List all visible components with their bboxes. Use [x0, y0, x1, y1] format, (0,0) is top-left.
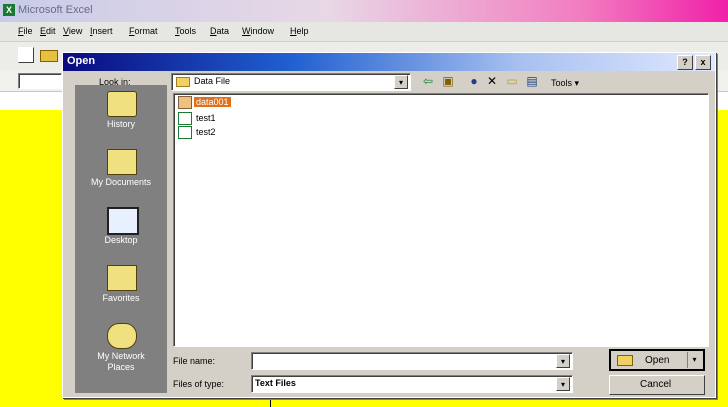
file-name: test1 — [196, 113, 216, 123]
cancel-button-label: Cancel — [640, 379, 672, 390]
excel-file-icon — [178, 126, 192, 140]
file-type-dropdown[interactable]: Text Files ▾ — [251, 375, 573, 393]
excel-app-icon: X — [3, 4, 15, 16]
my-documents-icon — [107, 149, 137, 175]
file-name: test2 — [196, 127, 216, 137]
delete-icon[interactable]: ✕ — [483, 73, 501, 89]
place-favorites-label: Favorites — [102, 293, 140, 303]
menu-window[interactable]: Window — [242, 26, 274, 36]
open-folder-icon — [617, 355, 633, 366]
favorites-icon — [107, 265, 137, 291]
excel-title-bar: X Microsoft Excel — [0, 0, 728, 22]
look-in-value: Data File — [194, 76, 231, 86]
place-desktop-label: Desktop — [104, 235, 138, 245]
file-item-test2[interactable]: test2 — [178, 126, 218, 140]
place-my-documents[interactable]: My Documents — [75, 143, 167, 201]
chevron-down-icon[interactable]: ▾ — [394, 75, 408, 89]
tools-menu[interactable]: Tools ▾ — [551, 78, 579, 89]
chevron-down-icon[interactable]: ▾ — [556, 377, 570, 391]
excel-title: Microsoft Excel — [18, 4, 93, 16]
file-name-label: File name: — [173, 356, 216, 366]
open-options-arrow-icon[interactable]: ▾ — [687, 352, 701, 368]
file-item-data001[interactable]: data001 — [178, 96, 231, 110]
text-file-icon — [178, 96, 192, 110]
open-dialog: Open ? x Look in: Data File ▾ ⇦ ▣ ● ✕ ▭ … — [62, 52, 716, 398]
places-bar: History My Documents Desktop Favorites M… — [75, 85, 167, 393]
search-web-icon[interactable]: ● — [465, 73, 483, 89]
menu-data[interactable]: Data — [210, 26, 229, 36]
close-button[interactable]: x — [695, 55, 711, 70]
new-document-icon[interactable] — [18, 47, 34, 63]
file-name: data001 — [194, 97, 231, 107]
excel-file-icon — [178, 112, 192, 126]
menu-edit[interactable]: Edit — [40, 26, 56, 36]
open-button-label: Open — [645, 355, 670, 366]
history-icon — [107, 91, 137, 117]
network-places-icon — [107, 323, 137, 349]
menu-file[interactable]: File — [18, 26, 33, 36]
file-type-value: Text Files — [255, 378, 296, 388]
place-desktop[interactable]: Desktop — [75, 201, 167, 259]
menu-view[interactable]: View — [63, 26, 82, 36]
desktop-icon — [107, 207, 139, 235]
file-list[interactable]: data001 test1 test2 — [173, 93, 709, 347]
place-my-documents-label: My Documents — [90, 177, 152, 187]
menu-tools[interactable]: Tools — [175, 26, 196, 36]
name-box[interactable] — [18, 73, 62, 89]
open-button[interactable]: Open ▾ — [609, 349, 705, 371]
menu-help[interactable]: Help — [290, 26, 309, 36]
up-folder-icon[interactable]: ▣ — [439, 73, 457, 89]
cancel-button[interactable]: Cancel — [609, 375, 705, 395]
folder-icon — [176, 77, 190, 87]
file-name-field[interactable]: ▾ — [251, 352, 573, 370]
place-network-label: My Network Places — [97, 351, 145, 372]
open-folder-icon[interactable] — [40, 50, 58, 62]
file-item-test1[interactable]: test1 — [178, 112, 218, 126]
tools-label: Tools — [551, 78, 573, 88]
menu-insert[interactable]: Insert — [90, 26, 113, 36]
menu-bar: File Edit View Insert Format Tools Data … — [0, 22, 728, 42]
chevron-down-icon[interactable]: ▾ — [556, 354, 570, 368]
place-network[interactable]: My Network Places — [75, 317, 167, 393]
place-history[interactable]: History — [75, 85, 167, 143]
back-arrow-icon[interactable]: ⇦ — [419, 73, 437, 89]
dialog-title: Open — [67, 55, 96, 67]
look-in-dropdown[interactable]: Data File ▾ — [171, 73, 411, 91]
dialog-title-bar: Open ? x — [63, 53, 715, 71]
views-icon[interactable]: ▤ — [523, 73, 541, 89]
file-type-label: Files of type: — [173, 379, 225, 389]
place-favorites[interactable]: Favorites — [75, 259, 167, 317]
place-history-label: History — [106, 119, 135, 129]
help-button[interactable]: ? — [677, 55, 693, 70]
new-folder-icon[interactable]: ▭ — [503, 73, 521, 89]
menu-format[interactable]: Format — [129, 26, 158, 36]
